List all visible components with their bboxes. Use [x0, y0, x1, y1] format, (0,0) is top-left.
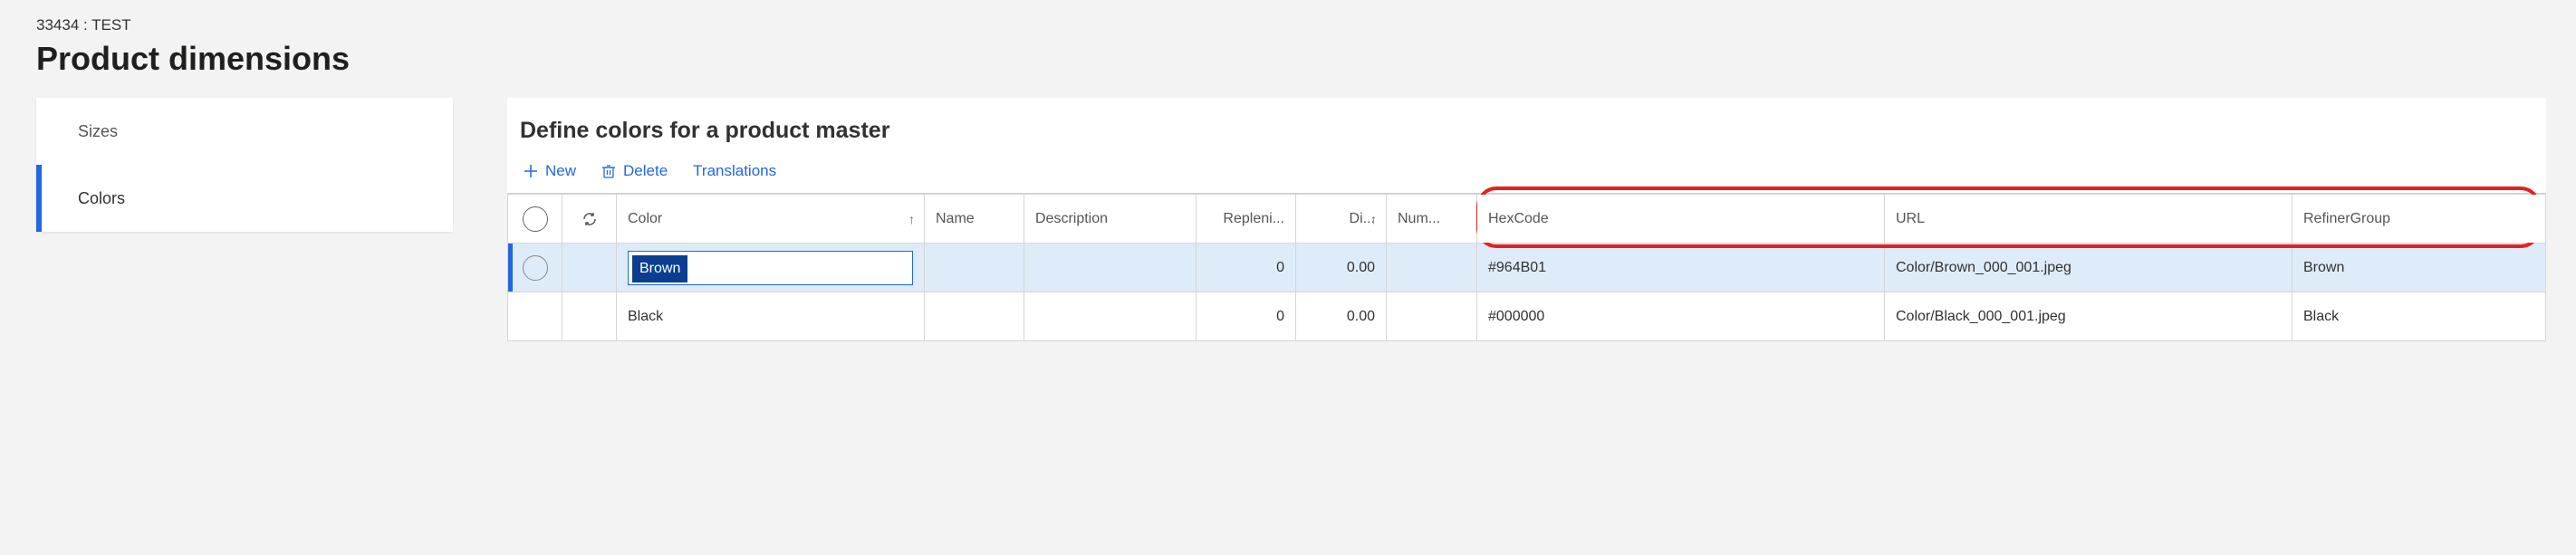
sort-asc-icon: ↑	[1370, 212, 1377, 226]
panel-title: Define colors for a product master	[507, 118, 2546, 162]
cell-display[interactable]: 0.00	[1296, 244, 1387, 292]
circle-icon	[523, 206, 548, 232]
col-color-label: Color	[628, 211, 662, 226]
col-refinergroup[interactable]: RefinerGroup	[2292, 195, 2546, 244]
tab-sizes[interactable]: Sizes	[36, 98, 453, 165]
circle-icon	[523, 255, 548, 281]
table-row[interactable]: Black 0 0.00 #000000 Color/Black_000_001…	[508, 292, 2546, 341]
cell-refinergroup[interactable]: Black	[2292, 292, 2546, 341]
cell-number[interactable]	[1387, 244, 1477, 292]
tab-colors[interactable]: Colors	[36, 165, 453, 232]
row-select[interactable]	[508, 244, 562, 292]
cell-url[interactable]: Color/Brown_000_001.jpeg	[1885, 244, 2292, 292]
cell-refinergroup[interactable]: Brown	[2292, 244, 2546, 292]
trash-icon	[601, 164, 616, 178]
breadcrumb: 33434 : TEST	[36, 16, 2540, 34]
refresh-icon	[581, 210, 599, 228]
grid-header-row: Color ↑ Name Description Repleni... Di...…	[508, 195, 2546, 244]
col-replenishment[interactable]: Repleni...	[1197, 195, 1296, 244]
cell-number[interactable]	[1387, 292, 1477, 341]
col-description-label: Description	[1035, 211, 1108, 226]
color-input[interactable]: Brown	[628, 251, 913, 285]
col-name[interactable]: Name	[925, 195, 1024, 244]
col-refinergroup-label: RefinerGroup	[2303, 211, 2390, 226]
col-url-label: URL	[1896, 211, 1925, 226]
cell-name[interactable]	[925, 292, 1024, 341]
cell-hexcode[interactable]: #964B01	[1477, 244, 1885, 292]
cell-url[interactable]: Color/Black_000_001.jpeg	[1885, 292, 2292, 341]
row-select[interactable]	[508, 292, 562, 341]
row-status	[562, 292, 617, 341]
cell-replenishment[interactable]: 0	[1197, 244, 1296, 292]
col-replenishment-label: Repleni...	[1223, 211, 1284, 226]
tab-colors-label: Colors	[78, 189, 125, 208]
table-row[interactable]: Brown 0 0.00 #964B01 Color/Brown_000_001…	[508, 244, 2546, 292]
col-color[interactable]: Color ↑	[617, 195, 925, 244]
cell-description[interactable]	[1024, 244, 1197, 292]
refresh-header[interactable]	[562, 195, 617, 244]
col-url[interactable]: URL	[1885, 195, 2292, 244]
plus-icon	[524, 164, 538, 178]
col-hexcode-label: HexCode	[1488, 211, 1549, 226]
select-all-header[interactable]	[508, 195, 562, 244]
new-button[interactable]: New	[524, 162, 576, 180]
cell-name[interactable]	[925, 244, 1024, 292]
col-number-label: Num...	[1398, 211, 1440, 226]
col-number[interactable]: Num...	[1387, 195, 1477, 244]
delete-button[interactable]: Delete	[601, 162, 668, 180]
dimension-tabs: Sizes Colors	[36, 98, 453, 232]
tab-sizes-label: Sizes	[78, 122, 118, 141]
translations-label: Translations	[693, 162, 776, 180]
cell-description[interactable]	[1024, 292, 1197, 341]
new-label: New	[545, 162, 576, 180]
grid: Color ↑ Name Description Repleni... Di...…	[507, 193, 2546, 341]
cell-replenishment[interactable]: 0	[1197, 292, 1296, 341]
color-input-value: Brown	[632, 255, 687, 282]
cell-color[interactable]: Black	[617, 292, 925, 341]
delete-label: Delete	[623, 162, 668, 180]
toolbar: New Delete Translations	[507, 162, 2546, 193]
page-title: Product dimensions	[36, 40, 2540, 78]
cell-color[interactable]: Brown	[617, 244, 925, 292]
col-description[interactable]: Description	[1024, 195, 1197, 244]
col-display[interactable]: Di...↑	[1296, 195, 1387, 244]
sort-asc-icon: ↑	[908, 212, 915, 226]
cell-hexcode[interactable]: #000000	[1477, 292, 1885, 341]
row-status	[562, 244, 617, 292]
col-name-label: Name	[936, 211, 975, 226]
main-panel: Define colors for a product master New D…	[507, 98, 2546, 341]
cell-display[interactable]: 0.00	[1296, 292, 1387, 341]
col-hexcode[interactable]: HexCode	[1477, 195, 1885, 244]
translations-button[interactable]: Translations	[693, 162, 776, 180]
